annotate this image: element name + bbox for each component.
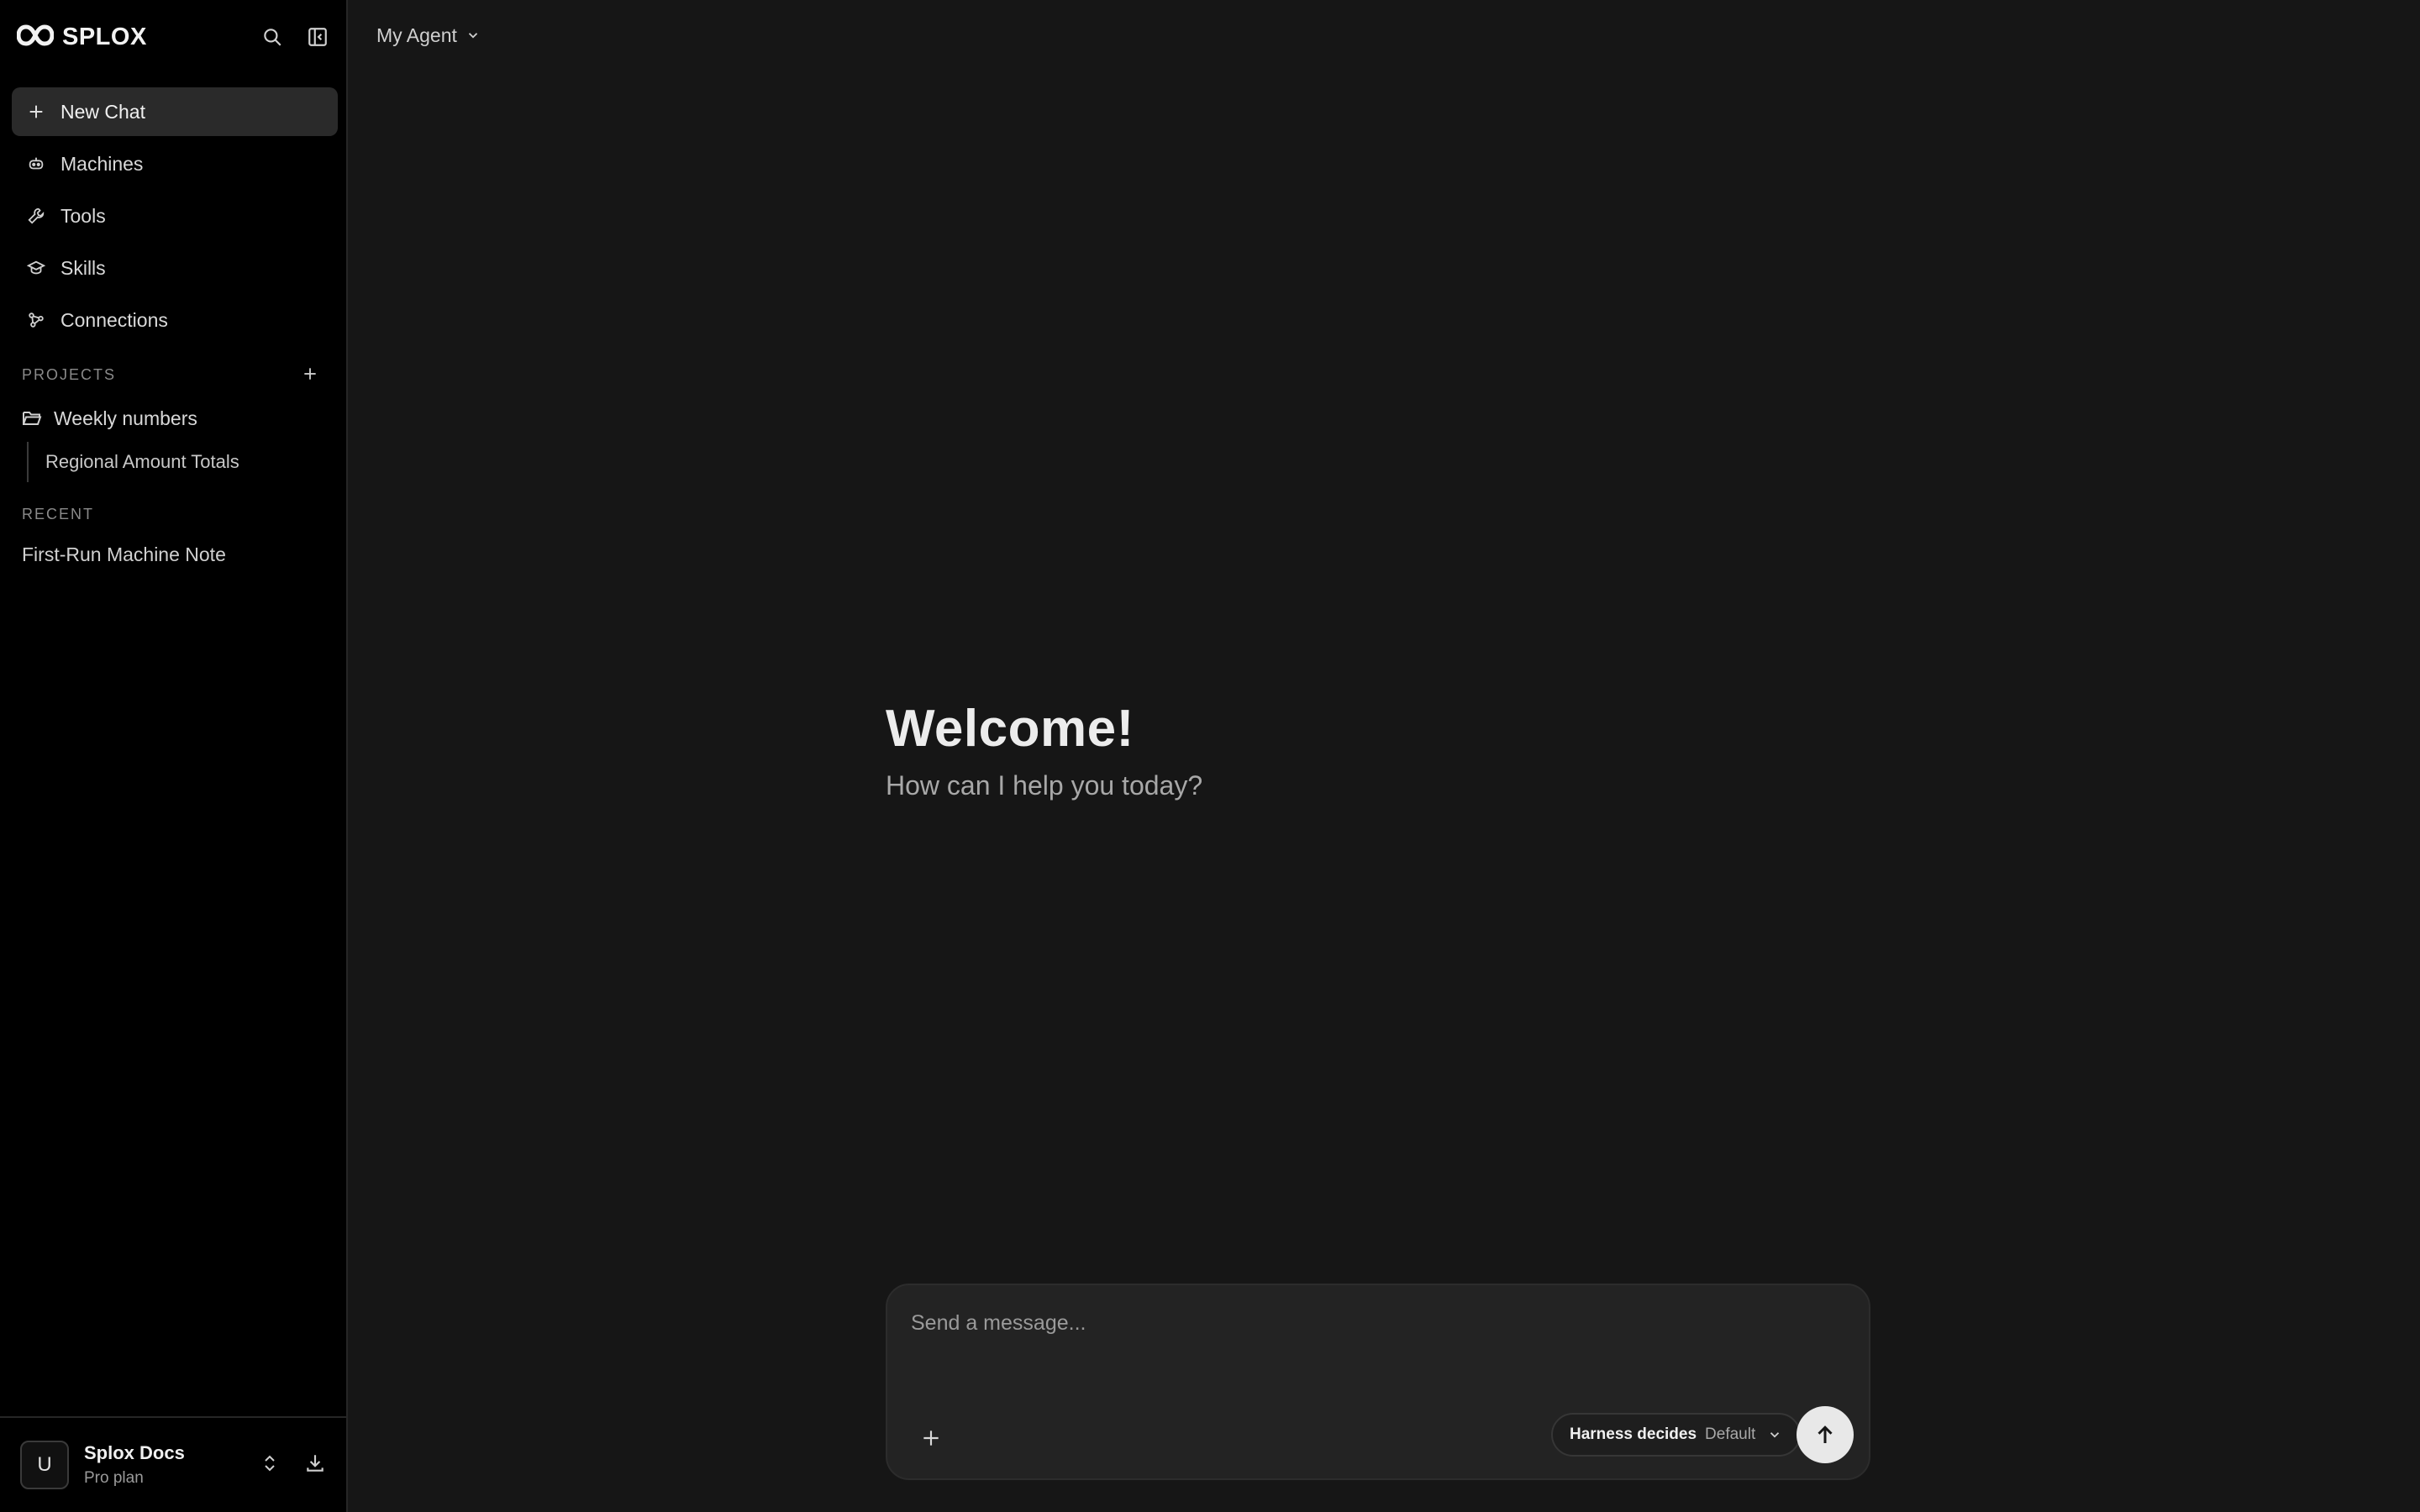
- project-item-weekly-numbers[interactable]: Weekly numbers: [22, 402, 197, 435]
- message-input[interactable]: [911, 1304, 1835, 1342]
- chevron-down-icon: [1770, 1432, 1780, 1438]
- connections-icon: [29, 312, 44, 328]
- new-chat-button[interactable]: New Chat: [12, 87, 338, 136]
- project-label: Weekly numbers: [54, 407, 197, 429]
- arrow-up-icon: [1818, 1425, 1833, 1443]
- project-chat-regional-amount-totals[interactable]: Regional Amount Totals: [27, 442, 239, 482]
- main-area: My Agent Welcome! How can I help you tod…: [348, 0, 2420, 1512]
- user-info: Splox Docs Pro plan: [84, 1442, 185, 1488]
- attach-button[interactable]: [913, 1420, 950, 1457]
- chevron-up-down-icon[interactable]: [260, 1452, 279, 1478]
- recent-chat-label: First-Run Machine Note: [22, 543, 226, 565]
- sidebar: SPLOX New Chat Machines Tools Skills Con…: [0, 0, 348, 1512]
- welcome-subtitle: How can I help you today?: [886, 770, 1203, 801]
- project-chat-label: Regional Amount Totals: [45, 451, 239, 472]
- user-plan: Pro plan: [84, 1469, 144, 1487]
- user-profile-bar[interactable]: U Splox Docs Pro plan: [0, 1416, 346, 1512]
- agent-selector[interactable]: My Agent: [376, 20, 481, 50]
- graduation-cap-icon: [27, 260, 45, 275]
- plus-icon: [304, 368, 316, 380]
- sidebar-collapse-icon[interactable]: [302, 22, 333, 52]
- sidebar-nav: New Chat Machines Tools Skills Connectio…: [12, 87, 338, 348]
- brand-name: SPLOX: [62, 23, 147, 50]
- plus-icon: [29, 105, 43, 118]
- chevron-down-icon: [468, 33, 478, 39]
- user-name: Splox Docs: [84, 1442, 185, 1463]
- wrench-icon: [28, 207, 45, 224]
- nav-label-new-chat: New Chat: [60, 100, 145, 123]
- model-selector-sub: Default: [1705, 1425, 1756, 1443]
- search-icon[interactable]: [257, 22, 287, 52]
- projects-section-label: PROJECTS: [22, 366, 117, 383]
- sidebar-item-skills[interactable]: Skills: [12, 244, 338, 292]
- brand[interactable]: SPLOX: [16, 20, 147, 54]
- welcome-title: Welcome!: [886, 700, 1134, 758]
- sidebar-item-machines[interactable]: Machines: [12, 139, 338, 188]
- recent-section-label: RECENT: [22, 506, 95, 522]
- agent-label: My Agent: [376, 24, 457, 46]
- sidebar-item-tools[interactable]: Tools: [12, 192, 338, 240]
- download-icon[interactable]: [304, 1452, 326, 1478]
- sidebar-top-actions: [257, 22, 333, 52]
- nav-label-machines: Machines: [60, 152, 144, 175]
- user-actions: [260, 1452, 326, 1478]
- sidebar-item-connections[interactable]: Connections: [12, 296, 338, 344]
- recent-chat-item[interactable]: First-Run Machine Note: [22, 538, 226, 571]
- send-button[interactable]: [1797, 1406, 1854, 1463]
- nav-label-connections: Connections: [60, 308, 168, 331]
- model-selector-main: Harness decides: [1570, 1425, 1697, 1443]
- infinity-logo-icon: [16, 24, 55, 50]
- model-selector[interactable]: Harness decides Default: [1551, 1413, 1802, 1457]
- nav-label-skills: Skills: [60, 256, 106, 279]
- robot-icon: [29, 157, 44, 170]
- welcome-block: Welcome! How can I help you today?: [886, 699, 1202, 801]
- add-project-button[interactable]: [297, 361, 323, 386]
- folder-open-icon: [23, 412, 42, 425]
- app-root: SPLOX New Chat Machines Tools Skills Con…: [0, 0, 2420, 1512]
- avatar: U: [20, 1441, 69, 1489]
- message-composer: Harness decides Default: [886, 1284, 1870, 1480]
- plus-icon: [923, 1431, 939, 1446]
- nav-label-tools: Tools: [60, 204, 106, 227]
